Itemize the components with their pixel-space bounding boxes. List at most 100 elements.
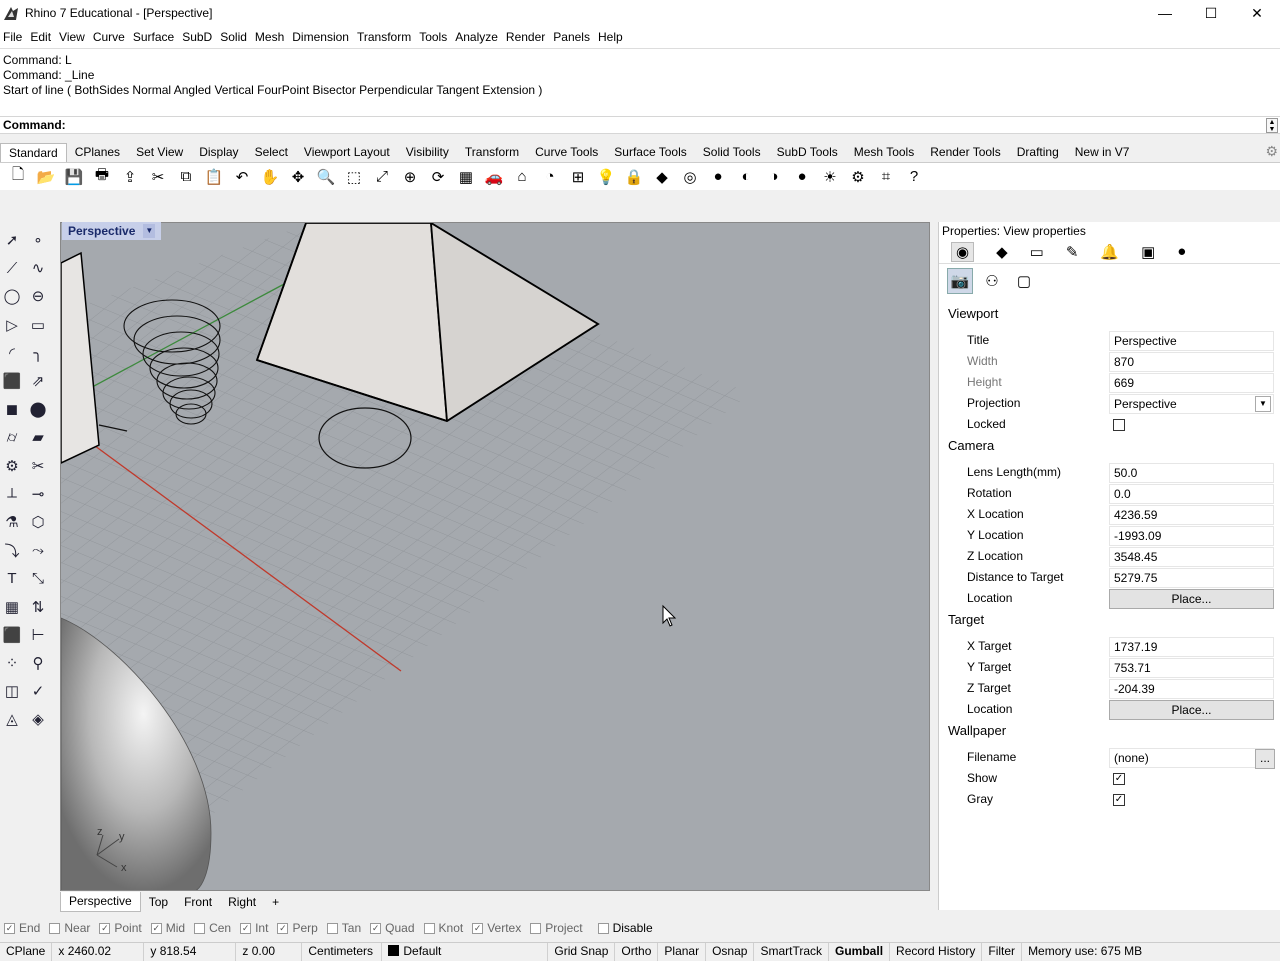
osnap-point[interactable]: ✓ Point bbox=[99, 921, 142, 935]
help-icon[interactable]: ? bbox=[900, 165, 928, 189]
maximize-button[interactable]: ☐ bbox=[1188, 0, 1234, 26]
minimize-button[interactable]: — bbox=[1142, 0, 1188, 26]
curve-icon[interactable]: ∿ bbox=[26, 256, 50, 280]
grid-icon[interactable]: ⊞ bbox=[564, 165, 592, 189]
menu-file[interactable]: File bbox=[3, 30, 28, 44]
notification-tab-icon[interactable]: 🔔 bbox=[1100, 243, 1119, 261]
command-line[interactable]: Command: ▲ ▼ bbox=[0, 116, 1280, 134]
cut-icon[interactable]: ✂ bbox=[144, 165, 172, 189]
viewport-tab-front[interactable]: Front bbox=[176, 895, 220, 909]
status-toggle-smarttrack[interactable]: SmartTrack bbox=[754, 942, 830, 961]
toolbar-tab-cplanes[interactable]: CPlanes bbox=[67, 143, 128, 162]
property-value[interactable]: (none)... bbox=[1109, 747, 1275, 769]
polygon-icon[interactable]: ▷ bbox=[0, 313, 24, 337]
view-properties-tab-icon[interactable]: ◉ bbox=[951, 241, 975, 262]
new-icon[interactable]: 🗋 bbox=[4, 165, 32, 189]
viewport-tab-right[interactable]: Right bbox=[220, 895, 264, 909]
rotate-camera-icon[interactable]: ⟳ bbox=[424, 165, 452, 189]
osnap-checkbox[interactable]: ✓ bbox=[4, 922, 15, 934]
toolbar-tab-visibility[interactable]: Visibility bbox=[398, 143, 457, 162]
menu-edit[interactable]: Edit bbox=[30, 30, 57, 44]
toolbar-tab-transform[interactable]: Transform bbox=[457, 143, 527, 162]
property-value[interactable]: 0.0 bbox=[1109, 483, 1274, 504]
toolbar-tab-subd-tools[interactable]: SubD Tools bbox=[769, 143, 846, 162]
polyline-icon[interactable]: ⟋ bbox=[0, 256, 24, 280]
rendered-icon[interactable]: ◐ bbox=[732, 165, 760, 189]
property-value[interactable]: 669 bbox=[1109, 372, 1274, 393]
import-icon[interactable]: ⇪ bbox=[116, 165, 144, 189]
rectangle-icon[interactable]: ▭ bbox=[26, 313, 50, 337]
plane-icon[interactable]: ▰ bbox=[26, 425, 50, 449]
menu-solid[interactable]: Solid bbox=[220, 30, 253, 44]
status-toggle-ortho[interactable]: Ortho bbox=[615, 942, 659, 961]
color-icon[interactable]: ◎ bbox=[676, 165, 704, 189]
orient-icon[interactable]: ⇅ bbox=[26, 595, 50, 619]
zoom-selected-icon[interactable]: ⊕ bbox=[396, 165, 424, 189]
join-icon[interactable]: ⊸ bbox=[26, 482, 50, 506]
select-icon[interactable]: ➚ bbox=[0, 228, 24, 252]
osnap-checkbox[interactable]: ✓ bbox=[472, 922, 484, 934]
mesh-icon[interactable]: ◬ bbox=[0, 707, 24, 731]
named-view-icon[interactable]: ⚇ bbox=[979, 268, 1005, 294]
trim-icon[interactable]: ✂ bbox=[26, 454, 50, 478]
osnap-checkbox[interactable]: ✓ bbox=[150, 922, 162, 934]
browse-button[interactable]: ... bbox=[1255, 748, 1275, 769]
osnap-project[interactable]: Project bbox=[530, 921, 583, 935]
mirror-icon[interactable]: ⚲ bbox=[26, 651, 50, 675]
property-value[interactable]: 1737.19 bbox=[1109, 636, 1274, 657]
osnap-checkbox[interactable] bbox=[530, 922, 542, 934]
property-value[interactable]: 4236.59 bbox=[1109, 504, 1274, 525]
toolbar-tab-render-tools[interactable]: Render Tools bbox=[922, 143, 1009, 162]
property-value[interactable]: Perspective bbox=[1109, 330, 1274, 351]
menu-view[interactable]: View bbox=[59, 30, 91, 44]
toolbar-tab-drafting[interactable]: Drafting bbox=[1009, 143, 1067, 162]
folder-tab-icon[interactable]: ▭ bbox=[1030, 243, 1044, 261]
viewport-layout-icon[interactable]: ▦ bbox=[452, 165, 480, 189]
toolbar-tab-surface-tools[interactable]: Surface Tools bbox=[606, 143, 695, 162]
split-icon[interactable]: ⟂ bbox=[0, 482, 24, 506]
render-tab-icon[interactable]: ● bbox=[1177, 243, 1186, 260]
menu-tools[interactable]: Tools bbox=[419, 30, 453, 44]
save-icon[interactable]: 💾 bbox=[60, 165, 88, 189]
solid-icon[interactable]: ⬛ bbox=[0, 623, 24, 647]
menu-mesh[interactable]: Mesh bbox=[255, 30, 290, 44]
render-icon[interactable]: ◈ bbox=[26, 707, 50, 731]
scale-icon[interactable]: ⤡ bbox=[26, 566, 50, 590]
osnap-disable[interactable]: Disable bbox=[597, 921, 653, 935]
checkbox-locked[interactable] bbox=[1113, 418, 1125, 431]
menu-render[interactable]: Render bbox=[506, 30, 551, 44]
point-icon[interactable]: ∘ bbox=[26, 228, 50, 252]
osnap-checkbox[interactable] bbox=[597, 922, 609, 934]
options-icon[interactable]: ☀ bbox=[816, 165, 844, 189]
surface-icon[interactable]: ⬛ bbox=[0, 369, 24, 393]
toolbar-tab-curve-tools[interactable]: Curve Tools bbox=[527, 143, 606, 162]
menu-transform[interactable]: Transform bbox=[357, 30, 417, 44]
arc-icon[interactable]: ◜ bbox=[0, 341, 24, 365]
car-icon[interactable]: 🚗 bbox=[480, 165, 508, 189]
material-icon[interactable]: ◑ bbox=[760, 165, 788, 189]
blend-icon[interactable]: ⤳ bbox=[26, 538, 50, 562]
viewport-menu-dropdown-icon[interactable]: ▼ bbox=[143, 224, 156, 238]
explode-icon[interactable]: ⚙ bbox=[0, 454, 24, 478]
checkbox-show[interactable]: ✓ bbox=[1113, 772, 1125, 785]
status-toggle-gumball[interactable]: Gumball bbox=[829, 942, 891, 961]
osnap-vertex[interactable]: ✓ Vertex bbox=[472, 921, 521, 935]
copy-icon[interactable]: ⧉ bbox=[172, 165, 200, 189]
print-icon[interactable]: 🖶 bbox=[88, 165, 116, 189]
osnap-cen[interactable]: Cen bbox=[194, 921, 231, 935]
property-value[interactable]: 753.71 bbox=[1109, 657, 1274, 678]
cplane-icon[interactable]: ◔ bbox=[536, 165, 564, 189]
zoom-icon[interactable]: 🔍 bbox=[312, 165, 340, 189]
viewport-tab-top[interactable]: Top bbox=[141, 895, 176, 909]
extrude-icon[interactable]: ⇗ bbox=[26, 369, 50, 393]
toolbar-tab-viewport-layout[interactable]: Viewport Layout bbox=[296, 143, 398, 162]
osnap-checkbox[interactable]: ✓ bbox=[370, 922, 382, 934]
toolbar-tab-standard[interactable]: Standard bbox=[0, 143, 67, 162]
osnap-checkbox[interactable]: ✓ bbox=[240, 922, 252, 934]
toolbar-tab-display[interactable]: Display bbox=[191, 143, 246, 162]
pan-icon[interactable]: ✋ bbox=[256, 165, 284, 189]
sphere-icon[interactable]: ⬤ bbox=[26, 397, 50, 421]
circle-icon[interactable]: ◯ bbox=[0, 284, 24, 308]
status-toggle-planar[interactable]: Planar bbox=[658, 942, 707, 961]
boolean-icon[interactable]: ⬡ bbox=[26, 510, 50, 534]
